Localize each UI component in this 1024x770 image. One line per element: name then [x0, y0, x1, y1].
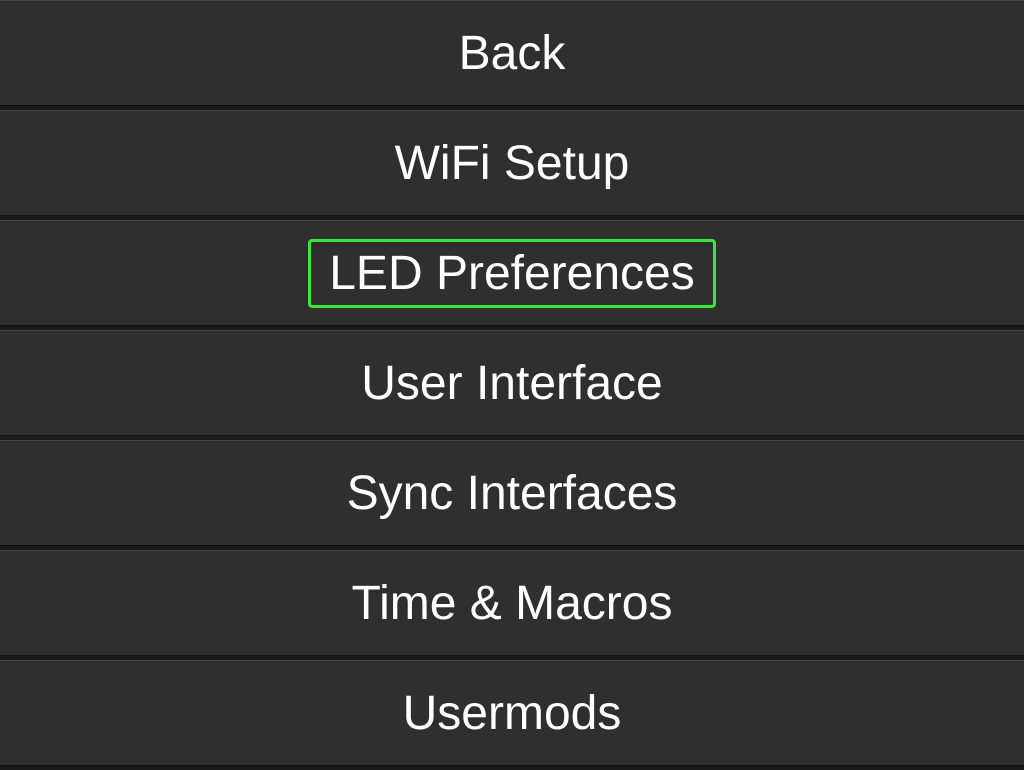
menu-label-wifi-setup: WiFi Setup — [377, 132, 648, 195]
menu-label-user-interface: User Interface — [343, 352, 680, 415]
menu-label-back: Back — [441, 22, 584, 85]
menu-item-sync-interfaces[interactable]: Sync Interfaces — [0, 440, 1024, 546]
menu-item-wifi-setup[interactable]: WiFi Setup — [0, 110, 1024, 216]
menu-label-time-macros: Time & Macros — [334, 572, 691, 635]
menu-item-back[interactable]: Back — [0, 0, 1024, 106]
menu-label-sync-interfaces: Sync Interfaces — [329, 462, 696, 525]
settings-menu: Back WiFi Setup LED Preferences User Int… — [0, 0, 1024, 770]
menu-label-led-preferences: LED Preferences — [308, 239, 716, 308]
menu-item-led-preferences[interactable]: LED Preferences — [0, 220, 1024, 326]
menu-item-user-interface[interactable]: User Interface — [0, 330, 1024, 436]
menu-label-usermods: Usermods — [385, 682, 640, 745]
menu-item-usermods[interactable]: Usermods — [0, 660, 1024, 766]
menu-item-time-macros[interactable]: Time & Macros — [0, 550, 1024, 656]
